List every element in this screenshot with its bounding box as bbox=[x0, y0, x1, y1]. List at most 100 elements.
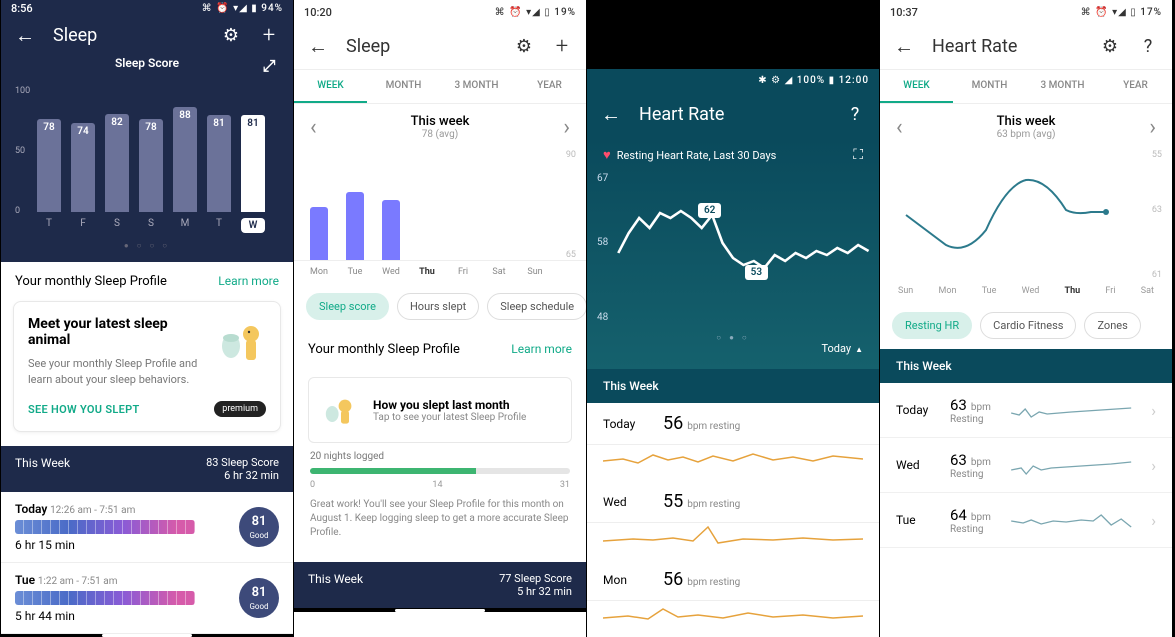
learn-more-link[interactable]: Learn more bbox=[218, 274, 279, 289]
sleep-screen-light: 10:20 ⌘ ⏰ ▾◢ ▯ 19% Sleep WEEK MONTH 3 MO… bbox=[293, 0, 586, 637]
back-icon[interactable] bbox=[894, 37, 914, 57]
period-tabs: WEEK MONTH 3 MONTH YEAR bbox=[294, 70, 586, 104]
top-bar: Sleep bbox=[1, 18, 293, 52]
premium-badge: premium bbox=[214, 401, 266, 417]
hr-day-row[interactable]: Today 63 bpmResting › bbox=[880, 383, 1172, 438]
bar[interactable]: 82 bbox=[105, 114, 129, 212]
hr-day-row[interactable]: Tue 64 bpmResting › bbox=[880, 493, 1172, 548]
metric-chips: Sleep score Hours slept Sleep schedule T… bbox=[294, 283, 586, 330]
see-how-you-slept-link[interactable]: SEE HOW YOU SLEPT bbox=[28, 403, 140, 416]
period-tabs: WEEK MONTH 3 MONTH YEAR bbox=[880, 70, 1172, 104]
bar[interactable]: 81 bbox=[207, 115, 231, 212]
hr-day-row[interactable]: Today 56 bpm resting bbox=[587, 403, 879, 445]
chevron-right-icon: › bbox=[1151, 511, 1156, 530]
x-axis: Mon Tue Wed Thu Fri Sat Sun bbox=[294, 260, 586, 283]
help-icon[interactable] bbox=[1138, 37, 1158, 57]
tab-week[interactable]: WEEK bbox=[880, 70, 953, 103]
hr-day-list: Today 63 bpmResting › Wed 63 bpmResting … bbox=[880, 383, 1172, 548]
help-icon[interactable] bbox=[845, 104, 865, 124]
hr-day-row[interactable]: Wed 63 bpmResting › bbox=[880, 438, 1172, 493]
score-badge: 81Good bbox=[239, 578, 279, 618]
nights-progress-bar bbox=[310, 468, 570, 474]
chevron-left-icon[interactable] bbox=[310, 115, 317, 140]
chart-title: Sleep Score bbox=[15, 56, 279, 70]
plus-icon[interactable] bbox=[259, 25, 279, 45]
heart-icon bbox=[603, 147, 611, 163]
gear-icon[interactable] bbox=[1100, 37, 1120, 57]
top-bar: Sleep bbox=[294, 24, 586, 70]
chip-cardio-fitness[interactable]: Cardio Fitness bbox=[980, 312, 1076, 339]
bar[interactable] bbox=[346, 192, 364, 260]
tab-3month[interactable]: 3 MONTH bbox=[1026, 70, 1099, 103]
sleep-animal-card[interactable]: Meet your latest sleep animal See your m… bbox=[13, 301, 281, 432]
chip-resting-hr[interactable]: Resting HR bbox=[892, 312, 972, 339]
sleep-screen-dark: 8:56 ⌘ ⏰ ▾◢ ▮ 94% Sleep Sleep Score 100 … bbox=[0, 0, 293, 637]
back-icon[interactable] bbox=[15, 25, 35, 45]
expand-icon[interactable] bbox=[259, 56, 279, 76]
bar[interactable]: 78 bbox=[37, 119, 61, 213]
status-bar: 8:56 ⌘ ⏰ ▾◢ ▮ 94% bbox=[1, 0, 293, 18]
top-bar: Heart Rate bbox=[587, 92, 879, 137]
bar[interactable] bbox=[382, 200, 400, 261]
week-navigator: This week 63 bpm (avg) bbox=[880, 104, 1172, 150]
chip-sleep-score[interactable]: Sleep score bbox=[306, 293, 389, 320]
status-bar: 10:37 ⌘ ⏰ ▾◢ ▯ 17% bbox=[880, 0, 1172, 24]
profile-header: Your monthly Sleep Profile Learn more bbox=[1, 262, 293, 301]
status-bar: 10:20 ⌘ ⏰ ▾◢ ▯ 19% bbox=[294, 0, 586, 24]
x-axis: SunMonTueWedThuFriSat bbox=[880, 280, 1172, 302]
black-letterbox bbox=[587, 0, 879, 69]
plus-icon[interactable] bbox=[552, 37, 572, 57]
hr-day-row[interactable]: Mon 56 bpm resting bbox=[587, 559, 879, 601]
resting-hr-chart[interactable]: Resting Heart Rate, Last 30 Days 67 58 4… bbox=[587, 137, 879, 369]
chevron-right-icon[interactable] bbox=[563, 115, 570, 140]
bar[interactable]: 78 bbox=[139, 119, 163, 213]
giraffe-icon bbox=[216, 316, 266, 366]
metric-chips: Resting HR Cardio Fitness Zones bbox=[880, 302, 1172, 349]
bar[interactable]: 88 bbox=[173, 107, 197, 213]
gear-icon[interactable] bbox=[221, 25, 241, 45]
hr-day-row[interactable]: Wed 55 bpm resting bbox=[587, 481, 879, 523]
score-badge: 81Good bbox=[239, 507, 279, 547]
bar-selected[interactable]: 81 bbox=[241, 115, 265, 212]
tab-year[interactable]: YEAR bbox=[1099, 70, 1172, 103]
tab-month[interactable]: MONTH bbox=[367, 70, 440, 103]
resting-hr-line-chart[interactable]: 55 63 61 bbox=[880, 150, 1172, 280]
chip-sleep-schedule[interactable]: Sleep schedule bbox=[487, 293, 586, 320]
status-icons: ⌘ ⏰ ▾◢ ▮ 94% bbox=[202, 3, 283, 14]
back-icon[interactable] bbox=[601, 104, 621, 124]
progress-label: 20 nights logged bbox=[294, 451, 586, 462]
status-time: 8:56 bbox=[11, 2, 33, 15]
this-week-band: This Week bbox=[587, 369, 879, 403]
gear-icon[interactable] bbox=[514, 37, 534, 57]
bar[interactable]: 74 bbox=[71, 123, 95, 212]
chip-hours-slept[interactable]: Hours slept bbox=[397, 293, 479, 320]
learn-more-link[interactable]: Learn more bbox=[511, 342, 572, 357]
this-week-band: This Week bbox=[880, 349, 1172, 383]
pager-dots[interactable]: ● ○ ○ ○ bbox=[15, 241, 279, 250]
chevron-right-icon: › bbox=[1151, 401, 1156, 420]
pager-dots[interactable]: ○ ● ○ bbox=[587, 333, 879, 342]
heart-rate-screen-light: 10:37 ⌘ ⏰ ▾◢ ▯ 17% Heart Rate WEEK MONTH… bbox=[879, 0, 1172, 637]
fullscreen-icon[interactable] bbox=[853, 147, 863, 163]
sleep-day-row[interactable]: Today 12:26 am - 7:51 am 6 hr 15 min 81G… bbox=[1, 492, 293, 563]
android-nav-bar[interactable] bbox=[294, 608, 586, 612]
tab-3month[interactable]: 3 MONTH bbox=[440, 70, 513, 103]
chevron-left-icon[interactable] bbox=[896, 115, 903, 140]
x-axis: T F S S M T W bbox=[15, 218, 279, 233]
sleep-profile-card[interactable]: How you slept last month Tap to see your… bbox=[308, 377, 572, 443]
sleep-score-chart[interactable]: Sleep Score 100 50 0 78 74 82 78 88 81 8… bbox=[1, 52, 293, 262]
status-time: 10:20 bbox=[304, 6, 332, 19]
sleep-stages-bar bbox=[15, 520, 195, 534]
tab-year[interactable]: YEAR bbox=[513, 70, 586, 103]
helper-text: Great work! You'll see your Sleep Profil… bbox=[294, 490, 586, 548]
chevron-right-icon[interactable] bbox=[1149, 115, 1156, 140]
sleep-day-row[interactable]: Tue 1:22 am - 7:51 am 5 hr 44 min 81Good bbox=[1, 563, 293, 634]
tab-month[interactable]: MONTH bbox=[953, 70, 1026, 103]
top-bar: Heart Rate bbox=[880, 24, 1172, 70]
back-icon[interactable] bbox=[308, 37, 328, 57]
tab-week[interactable]: WEEK bbox=[294, 70, 367, 103]
bar[interactable] bbox=[310, 207, 328, 260]
this-week-band: This Week 77 Sleep Score5 hr 32 min bbox=[294, 562, 586, 608]
sleep-bar-chart[interactable]: 90 65 bbox=[294, 150, 586, 260]
chip-zones[interactable]: Zones bbox=[1084, 312, 1140, 339]
